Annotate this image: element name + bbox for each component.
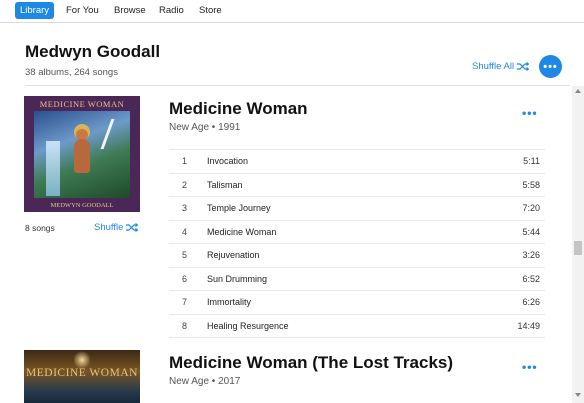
scroll-down-arrow-icon[interactable] [575,393,581,397]
artist-more-button[interactable]: ••• [539,55,562,78]
track-number: 3 [182,203,188,213]
track-row[interactable]: 2 Talisman 5:58 [169,172,545,197]
track-number: 4 [182,226,188,237]
tab-for-you[interactable]: For You [61,2,104,19]
shuffle-icon [517,62,530,71]
track-duration: 7:20 [522,203,540,213]
album-song-count: 8 songs [25,223,55,233]
track-number: 5 [182,250,188,260]
track-number: 7 [182,297,188,307]
album-cover-medicine-woman-lost-tracks[interactable]: MEDICINE WOMAN [24,350,140,403]
track-name: Immortality [207,297,252,307]
track-number: 2 [182,179,188,190]
scrollbar-thumb[interactable] [574,241,582,255]
top-navigation: Library For You Browse Radio Store [0,0,584,23]
scroll-up-arrow-icon[interactable] [575,89,581,93]
tab-browse[interactable]: Browse [109,2,151,19]
cover-artwork [34,111,130,198]
album-shuffle-label: Shuffle [94,222,124,233]
track-duration: 6:26 [522,297,540,307]
track-number: 6 [182,273,188,284]
cover-artist: MEDWYN GOODALL [50,202,114,209]
track-row[interactable]: 6 Sun Drumming 6:52 [169,266,545,291]
track-name: Temple Journey [207,203,271,213]
shuffle-icon [126,223,139,232]
header-divider [25,85,570,86]
more-icon: ••• [522,106,538,120]
album-genre-year: New Age • 2017 [169,376,241,387]
track-row[interactable]: 8 Healing Resurgence 14:49 [169,313,545,338]
track-row[interactable]: 3 Temple Journey 7:20 [169,196,545,220]
more-icon: ••• [522,360,538,374]
vertical-scrollbar[interactable] [572,86,584,403]
cover-title: MEDICINE WOMAN [39,99,125,109]
tab-store[interactable]: Store [194,2,227,19]
track-duration: 5:58 [522,179,540,190]
shuffle-all-button[interactable]: Shuffle All [472,61,530,72]
track-name: Healing Resurgence [207,320,289,331]
track-name: Medicine Woman [207,226,277,237]
artist-summary: 38 albums, 264 songs [25,67,118,78]
shuffle-all-label: Shuffle All [472,61,515,72]
artist-name: Medwyn Goodall [25,42,161,61]
track-duration: 5:44 [522,226,540,237]
track-duration: 5:11 [523,156,540,166]
album-shuffle-button[interactable]: Shuffle [94,222,139,233]
album-more-button[interactable]: ••• [522,360,538,374]
track-name: Invocation [207,156,249,166]
album-cover-medicine-woman[interactable]: MEDICINE WOMAN MEDWYN GOODALL [24,96,140,212]
track-name: Talisman [207,179,243,190]
track-name: Rejuvenation [207,250,260,260]
track-number: 8 [182,320,188,331]
track-name: Sun Drumming [207,273,268,284]
album-genre-year: New Age • 1991 [169,122,241,133]
more-icon: ••• [543,60,558,73]
album-more-button[interactable]: ••• [522,106,538,120]
track-number: 1 [182,156,188,166]
track-row[interactable]: 4 Medicine Woman 5:44 [169,219,545,244]
track-duration: 6:52 [522,273,540,284]
track-row[interactable]: 1 Invocation 5:11 [169,149,545,173]
track-duration: 3:26 [522,250,540,260]
album-title[interactable]: Medicine Woman [169,99,308,119]
cover-title: MEDICINE WOMAN [26,367,138,379]
track-duration: 14:49 [517,320,540,331]
album-title[interactable]: Medicine Woman (The Lost Tracks) [169,353,453,373]
tab-library[interactable]: Library [15,2,55,19]
track-row[interactable]: 5 Rejuvenation 3:26 [169,243,545,267]
tab-radio[interactable]: Radio [154,2,189,19]
track-row[interactable]: 7 Immortality 6:26 [169,290,545,314]
track-list: 1 Invocation 5:11 2 Talisman 5:58 3 Temp… [169,149,545,338]
